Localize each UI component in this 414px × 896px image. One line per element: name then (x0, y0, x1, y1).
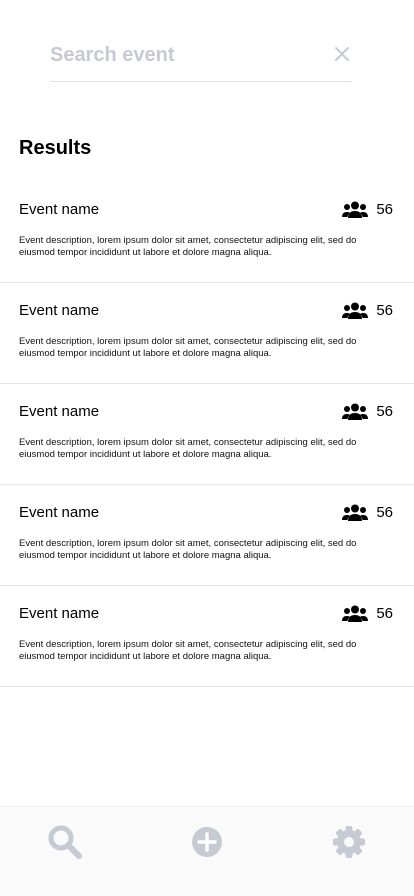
attendee-count: 56 (342, 605, 393, 623)
bottom-nav (0, 806, 414, 896)
nav-settings-button[interactable] (331, 824, 367, 860)
attendee-count-value: 56 (376, 605, 393, 622)
event-description: Event description, lorem ipsum dolor sit… (19, 538, 357, 561)
event-description: Event description, lorem ipsum dolor sit… (19, 437, 357, 460)
search-input[interactable] (50, 42, 310, 68)
attendee-count-value: 56 (376, 403, 393, 420)
add-circle-icon (192, 827, 222, 857)
attendee-count: 56 (342, 302, 393, 320)
event-name: Event name (19, 302, 100, 319)
people-icon (342, 504, 369, 522)
gear-icon (333, 826, 365, 858)
nav-search-button[interactable] (47, 824, 83, 860)
search-icon (48, 825, 82, 859)
event-list-item[interactable]: Event name 56 Event description, lorem i… (0, 586, 414, 687)
event-list-item[interactable]: Event name 56 Event description, lorem i… (0, 485, 414, 586)
attendee-count-value: 56 (376, 201, 393, 218)
attendee-count: 56 (342, 201, 393, 219)
event-description: Event description, lorem ipsum dolor sit… (19, 639, 357, 662)
people-icon (342, 302, 369, 320)
people-icon (342, 605, 369, 623)
attendee-count-value: 56 (376, 504, 393, 521)
close-icon (335, 47, 349, 61)
attendee-count: 56 (342, 403, 393, 421)
event-list: Event name 56 Event description, lorem i… (0, 182, 414, 687)
clear-search-button[interactable] (333, 45, 351, 63)
event-name: Event name (19, 504, 100, 521)
nav-add-button[interactable] (189, 824, 225, 860)
attendee-count-value: 56 (376, 302, 393, 319)
event-name: Event name (19, 403, 100, 420)
event-description: Event description, lorem ipsum dolor sit… (19, 235, 357, 258)
search-bar (50, 33, 351, 82)
event-name: Event name (19, 201, 100, 218)
people-icon (342, 403, 369, 421)
event-list-item[interactable]: Event name 56 Event description, lorem i… (0, 384, 414, 485)
people-icon (342, 201, 369, 219)
event-name: Event name (19, 605, 100, 622)
event-list-item[interactable]: Event name 56 Event description, lorem i… (0, 283, 414, 384)
results-heading: Results (19, 137, 92, 159)
attendee-count: 56 (342, 504, 393, 522)
event-list-item[interactable]: Event name 56 Event description, lorem i… (0, 182, 414, 283)
event-description: Event description, lorem ipsum dolor sit… (19, 336, 357, 359)
